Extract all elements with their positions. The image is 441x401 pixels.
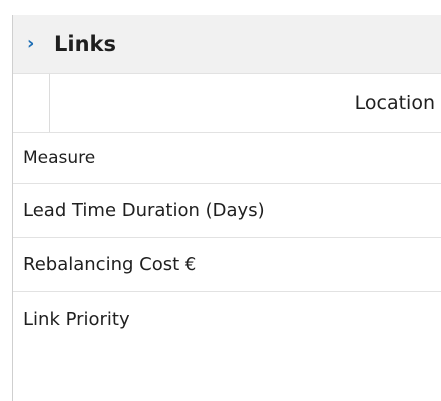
corner-cell (13, 74, 50, 132)
links-panel: › Links Location Measure Lead Time Durat… (12, 15, 441, 401)
row-header-rebalancing-cost: Rebalancing Cost € (13, 238, 441, 292)
links-panel-header[interactable]: › Links (13, 15, 441, 74)
chevron-right-icon[interactable]: › (27, 35, 45, 53)
row-header-link-priority: Link Priority (23, 308, 130, 330)
column-header-row: Location (13, 74, 441, 133)
row-header-lead-time-duration: Lead Time Duration (Days) (13, 184, 441, 238)
column-header-location[interactable]: Location (50, 74, 441, 132)
row-header-measure: Measure (13, 133, 441, 184)
panel-title: Links (54, 32, 116, 56)
